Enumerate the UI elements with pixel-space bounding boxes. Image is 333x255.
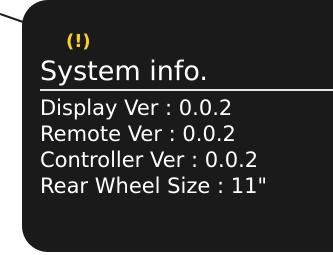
rear-wheel-size-row: Rear Wheel Size : 11" — [40, 174, 268, 198]
title-divider — [40, 89, 333, 91]
system-info-title: System info. — [40, 56, 209, 87]
figure: (!) System info. Display Ver : 0.0.2 Rem… — [0, 0, 333, 255]
remote-version-row: Remote Ver : 0.0.2 — [40, 122, 236, 146]
system-info-list: Display Ver : 0.0.2 Remote Ver : 0.0.2 C… — [40, 95, 267, 199]
warning-icon: (!) — [66, 31, 91, 52]
display-version-row: Display Ver : 0.0.2 — [40, 96, 233, 120]
controller-version-row: Controller Ver : 0.0.2 — [40, 148, 259, 172]
